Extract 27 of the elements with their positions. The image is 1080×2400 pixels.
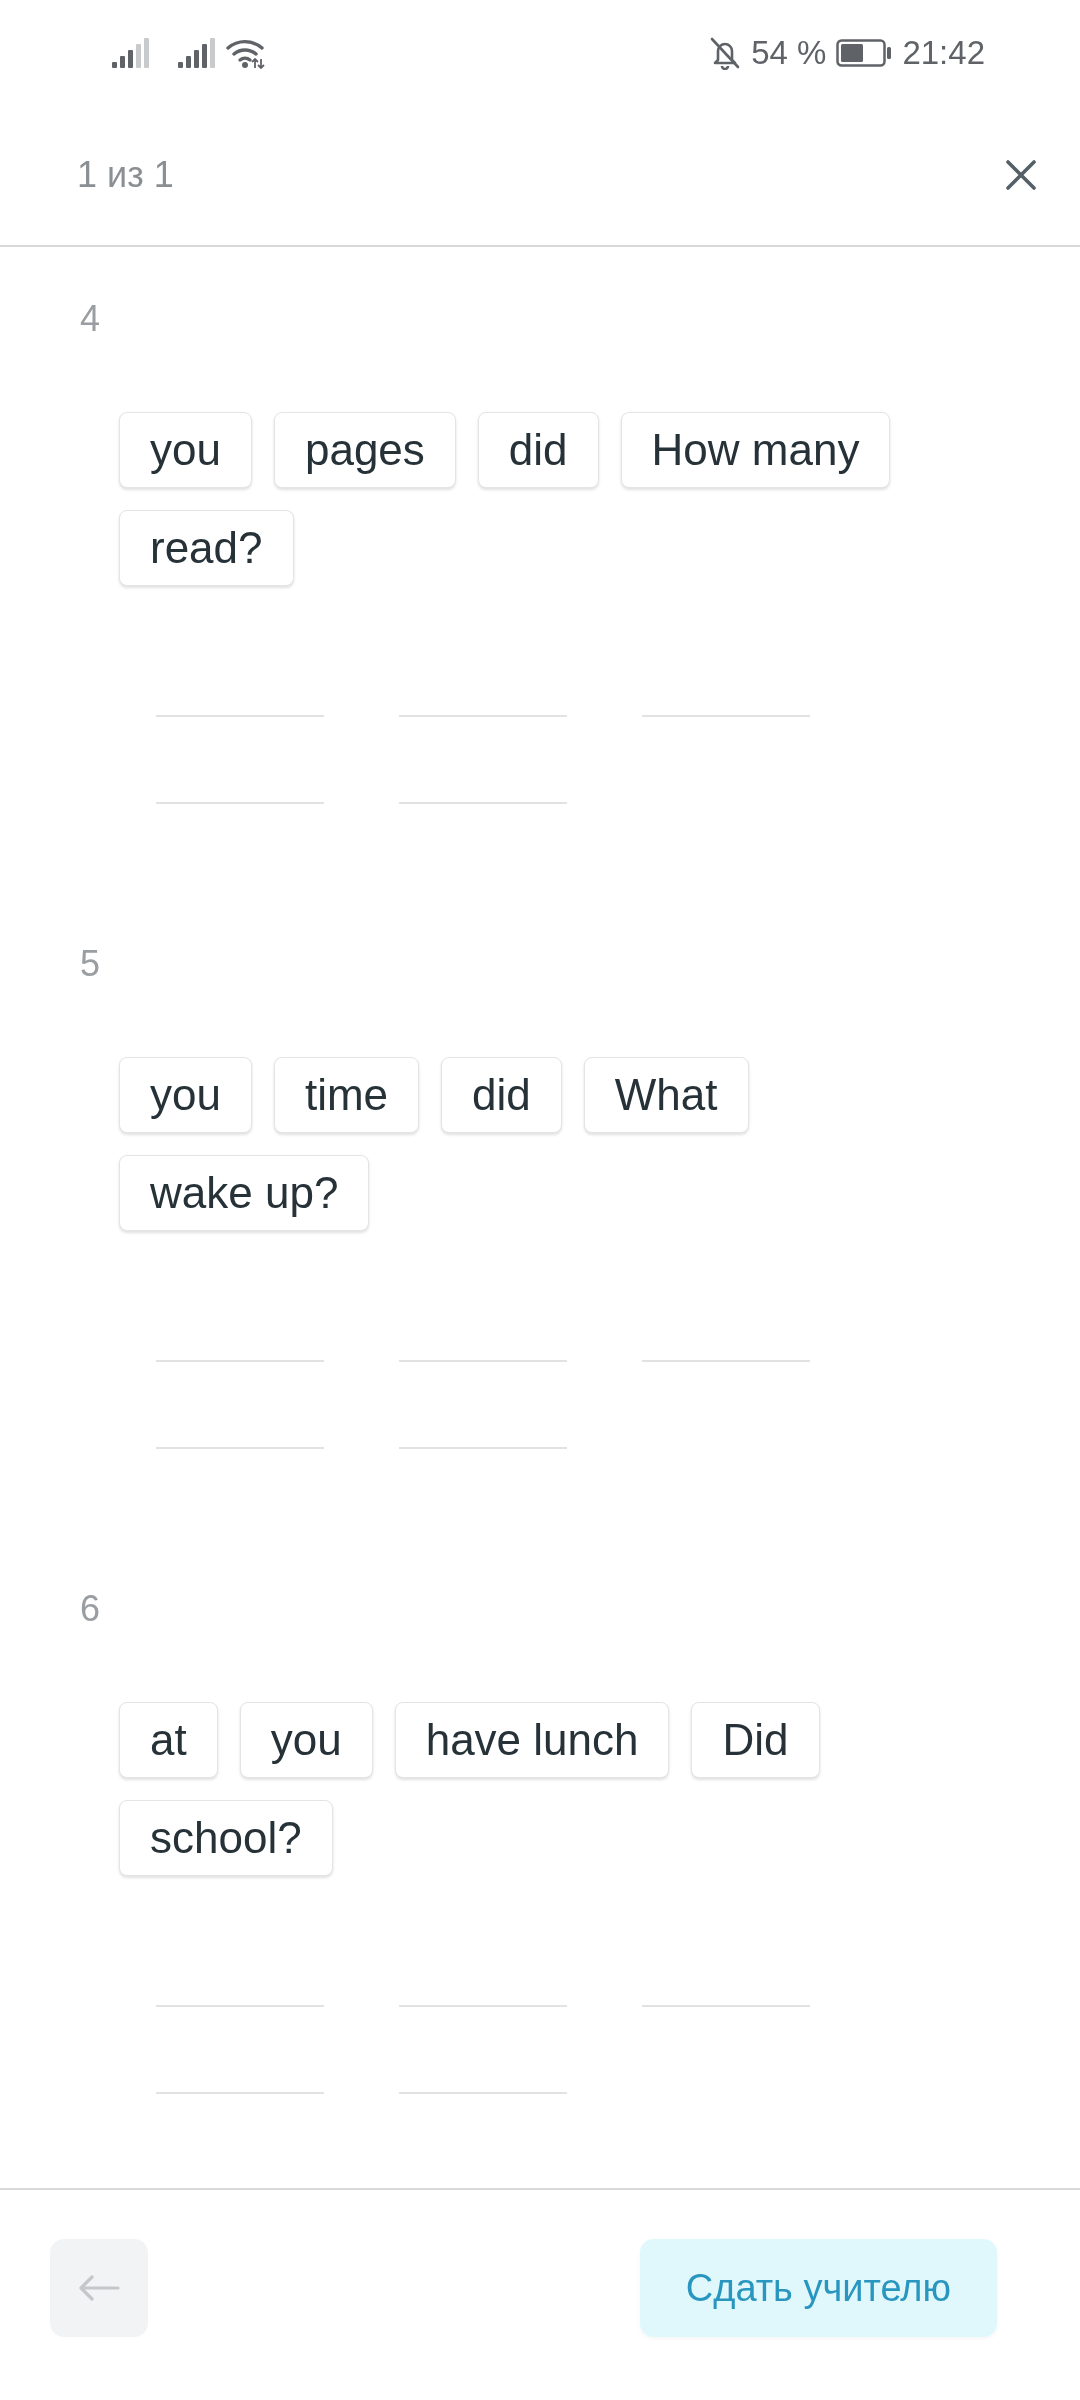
question-number: 4 — [80, 297, 101, 341]
question-number: 5 — [80, 942, 101, 986]
signal-icon — [112, 37, 150, 68]
battery-percent: 54 % — [751, 32, 827, 73]
question-number: 6 — [80, 1587, 101, 1631]
word-tile[interactable]: did — [477, 412, 599, 488]
close-icon[interactable] — [1006, 160, 1036, 190]
word-tile[interactable]: read? — [119, 510, 294, 586]
word-tile[interactable]: have lunch — [394, 1702, 670, 1778]
muted-bell-icon — [709, 35, 742, 70]
word-tile[interactable]: How many — [620, 412, 891, 488]
word-tile[interactable]: at — [119, 1702, 218, 1778]
clock-time: 21:42 — [902, 32, 985, 73]
word-tile[interactable]: pages — [273, 412, 456, 488]
word-tile[interactable]: did — [441, 1057, 562, 1133]
word-tile[interactable]: you — [119, 1057, 252, 1133]
word-tile[interactable]: you — [239, 1702, 373, 1778]
word-tile[interactable]: you — [119, 412, 252, 488]
battery-icon — [836, 38, 893, 67]
signal-icon — [178, 37, 216, 68]
word-tile[interactable]: wake up? — [119, 1155, 370, 1231]
word-tile[interactable]: time — [273, 1057, 420, 1133]
word-tile[interactable]: Did — [691, 1702, 820, 1778]
word-tile[interactable]: school? — [119, 1800, 333, 1876]
page-counter: 1 из 1 — [77, 154, 174, 196]
left-arrow-icon — [78, 2275, 120, 2301]
word-tile[interactable]: What — [583, 1057, 749, 1133]
